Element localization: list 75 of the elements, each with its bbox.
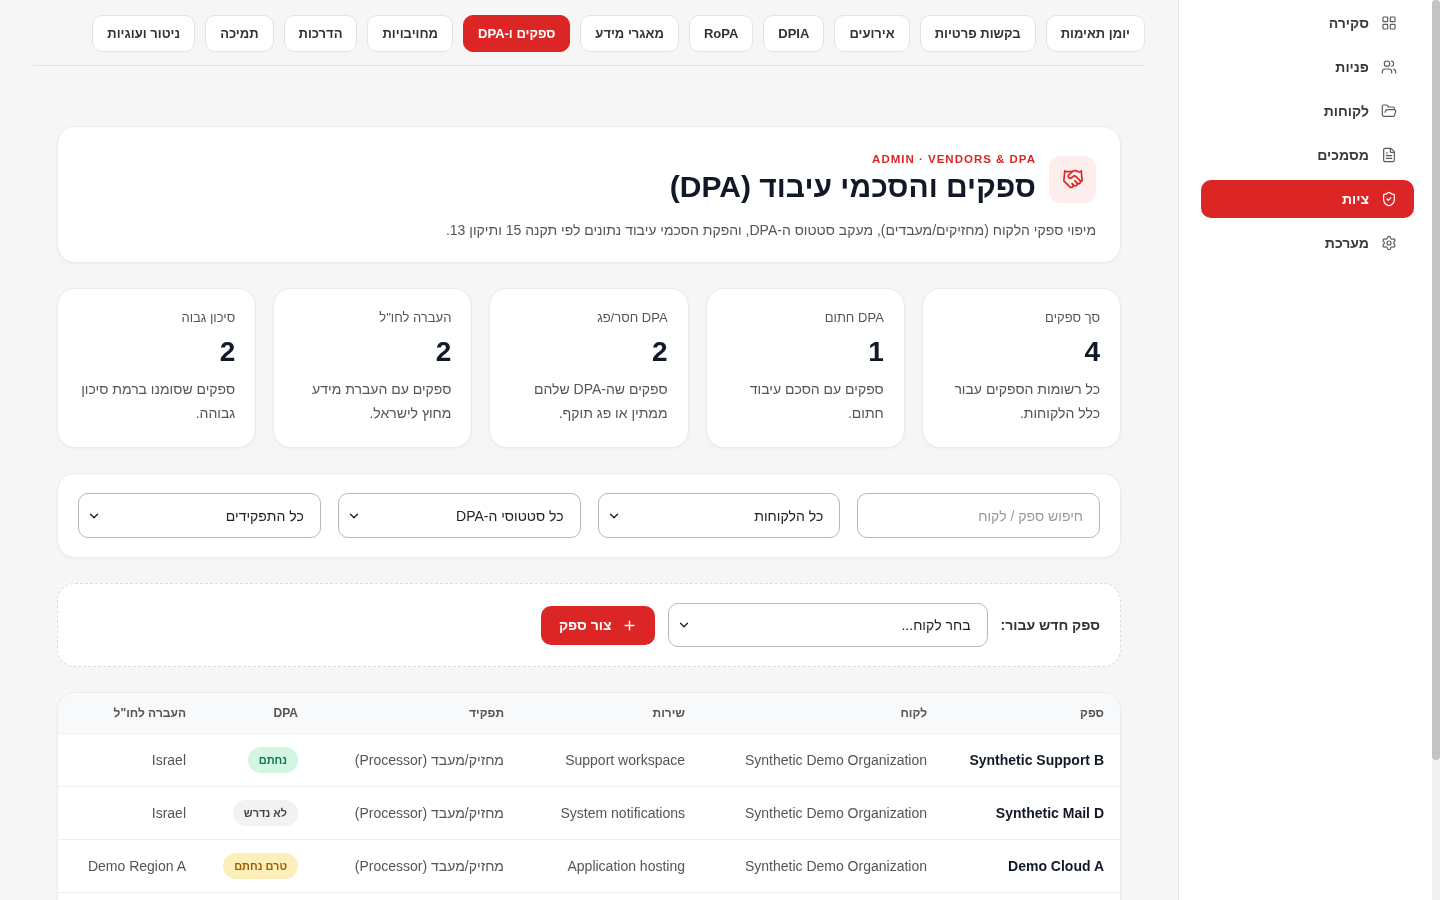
stat-label: סך ספקים bbox=[1044, 309, 1100, 327]
filter-select[interactable]: כל הלקוחות bbox=[597, 493, 841, 538]
section-eyebrow: ADMIN · VENDORS & DPA bbox=[871, 152, 1036, 166]
tab[interactable]: מחויבויות bbox=[367, 15, 454, 52]
tab[interactable]: הדרכות bbox=[283, 15, 358, 52]
stat-description: ספקים שסומנו ברמת סיכון גבוהה. bbox=[80, 380, 236, 423]
dpa-status-tag: טרם נחתם bbox=[223, 853, 298, 879]
scrollbar-thumb[interactable] bbox=[1432, 0, 1440, 760]
tab[interactable]: תמיכה bbox=[205, 15, 274, 52]
sidebar-item[interactable]: לקוחות bbox=[1201, 92, 1414, 130]
stat-label: DPA חתום bbox=[823, 309, 884, 327]
vendor-name: Synthetic Support B bbox=[968, 752, 1105, 768]
sidebar-item[interactable]: סקירה bbox=[1201, 4, 1414, 42]
vendor-name: Demo Cloud A bbox=[1007, 858, 1105, 874]
settings-icon bbox=[1381, 235, 1397, 251]
plus-icon bbox=[621, 617, 637, 633]
sidebar-item[interactable]: מסמכים bbox=[1201, 136, 1414, 174]
table-cell-text: System notifications bbox=[559, 805, 686, 821]
document-icon bbox=[1381, 147, 1397, 163]
dpa-status-tag: נחתם bbox=[247, 747, 298, 773]
stat-description: ספקים עם הסכם עיבוד חתום. bbox=[748, 380, 884, 423]
column-header: העברה לחו"ל bbox=[112, 706, 187, 720]
table-cell-text: מחזיק/מעבד (Processor) bbox=[353, 752, 505, 768]
table-cell-text: Demo Region A bbox=[86, 858, 187, 874]
table-cell-text: מחזיק/מעבד (Processor) bbox=[353, 805, 505, 821]
stat-value: 4 bbox=[1083, 335, 1100, 369]
grid-icon bbox=[1381, 15, 1397, 31]
stat-description: ספקים שה-DPA שלהם ממתין או פג תוקף. bbox=[532, 380, 668, 423]
table-cell-text: מחזיק/מעבד (Processor) bbox=[353, 858, 505, 874]
table-cell-text: Synthetic Demo Organization bbox=[743, 805, 928, 821]
users-icon bbox=[1381, 59, 1397, 75]
sidebar-item[interactable]: ציות bbox=[1201, 180, 1414, 218]
column-header: DPA bbox=[272, 706, 299, 720]
tab[interactable]: אירועים bbox=[834, 15, 910, 52]
column-header: ספק bbox=[1079, 706, 1105, 720]
column-header: שירות bbox=[651, 706, 686, 720]
client-select[interactable]: בחר לקוח... bbox=[667, 603, 988, 647]
folder-icon bbox=[1381, 103, 1397, 119]
table-cell-text: Synthetic Demo Organization bbox=[743, 752, 928, 768]
table-cell-text: Synthetic Demo Organization bbox=[743, 858, 928, 874]
handshake-icon bbox=[1049, 155, 1096, 203]
filter-select[interactable]: כל סטטוסי ה-DPA bbox=[337, 493, 581, 538]
vendor-name: Synthetic Mail D bbox=[994, 805, 1105, 821]
stat-label: DPA חסר/פג bbox=[596, 309, 668, 327]
tab[interactable]: ספקים ו-DPA bbox=[463, 15, 571, 52]
create-vendor-button[interactable]: צור ספק bbox=[540, 605, 655, 645]
sidebar-item[interactable]: מערכת bbox=[1201, 224, 1414, 262]
tab[interactable]: בקשות פרטיות bbox=[919, 15, 1036, 52]
page-title: ספקים והסכמי עיבוד (DPA) bbox=[669, 169, 1036, 205]
stat-label: העברה לחו"ל bbox=[378, 309, 452, 327]
table-cell-text: Israel bbox=[150, 752, 187, 768]
stat-value: 2 bbox=[218, 335, 236, 369]
table-cell-text: Support workspace bbox=[564, 752, 686, 768]
column-header: תפקיד bbox=[468, 706, 505, 720]
column-header: לקוח bbox=[899, 706, 928, 720]
table-cell-text: Israel bbox=[150, 805, 187, 821]
search-field[interactable]: חיפוש ספק / לקוח bbox=[857, 493, 1100, 538]
filter-select[interactable]: כל התפקידים bbox=[78, 493, 321, 538]
stat-description: כל רשומות הספקים עבור כלל הלקוחות. bbox=[953, 380, 1100, 423]
page-description: מיפוי ספקי הלקוח (מחזיקים/מעבדים), מעקב סטטוס ה-DPA, והפקת הסכמי עיבוד נתונים לפי תקנה 15 ותיקון 13. bbox=[444, 221, 1096, 240]
new-vendor-label: ספק חדש עבור: bbox=[1000, 617, 1100, 633]
stat-value: 2 bbox=[651, 335, 668, 369]
shield-check-icon bbox=[1381, 191, 1397, 207]
table-cell-text: Application hosting bbox=[566, 858, 686, 874]
sidebar-item[interactable]: פניות bbox=[1201, 48, 1414, 86]
stat-label: סיכון גבוה bbox=[180, 309, 236, 327]
tab[interactable]: DPIA bbox=[763, 15, 825, 52]
stat-description: ספקים עם העברת מידע מחוץ לישראל. bbox=[311, 380, 452, 423]
tab[interactable]: RoPA bbox=[688, 15, 754, 52]
tab[interactable]: ניטור ועוגיות bbox=[92, 15, 196, 52]
tab[interactable]: יומן תאימות bbox=[1045, 15, 1145, 52]
stat-value: 2 bbox=[434, 335, 452, 369]
stat-value: 1 bbox=[867, 335, 884, 369]
tab[interactable]: מאגרי מידע bbox=[580, 15, 679, 52]
dpa-status-tag: לא נדרש bbox=[232, 800, 298, 826]
